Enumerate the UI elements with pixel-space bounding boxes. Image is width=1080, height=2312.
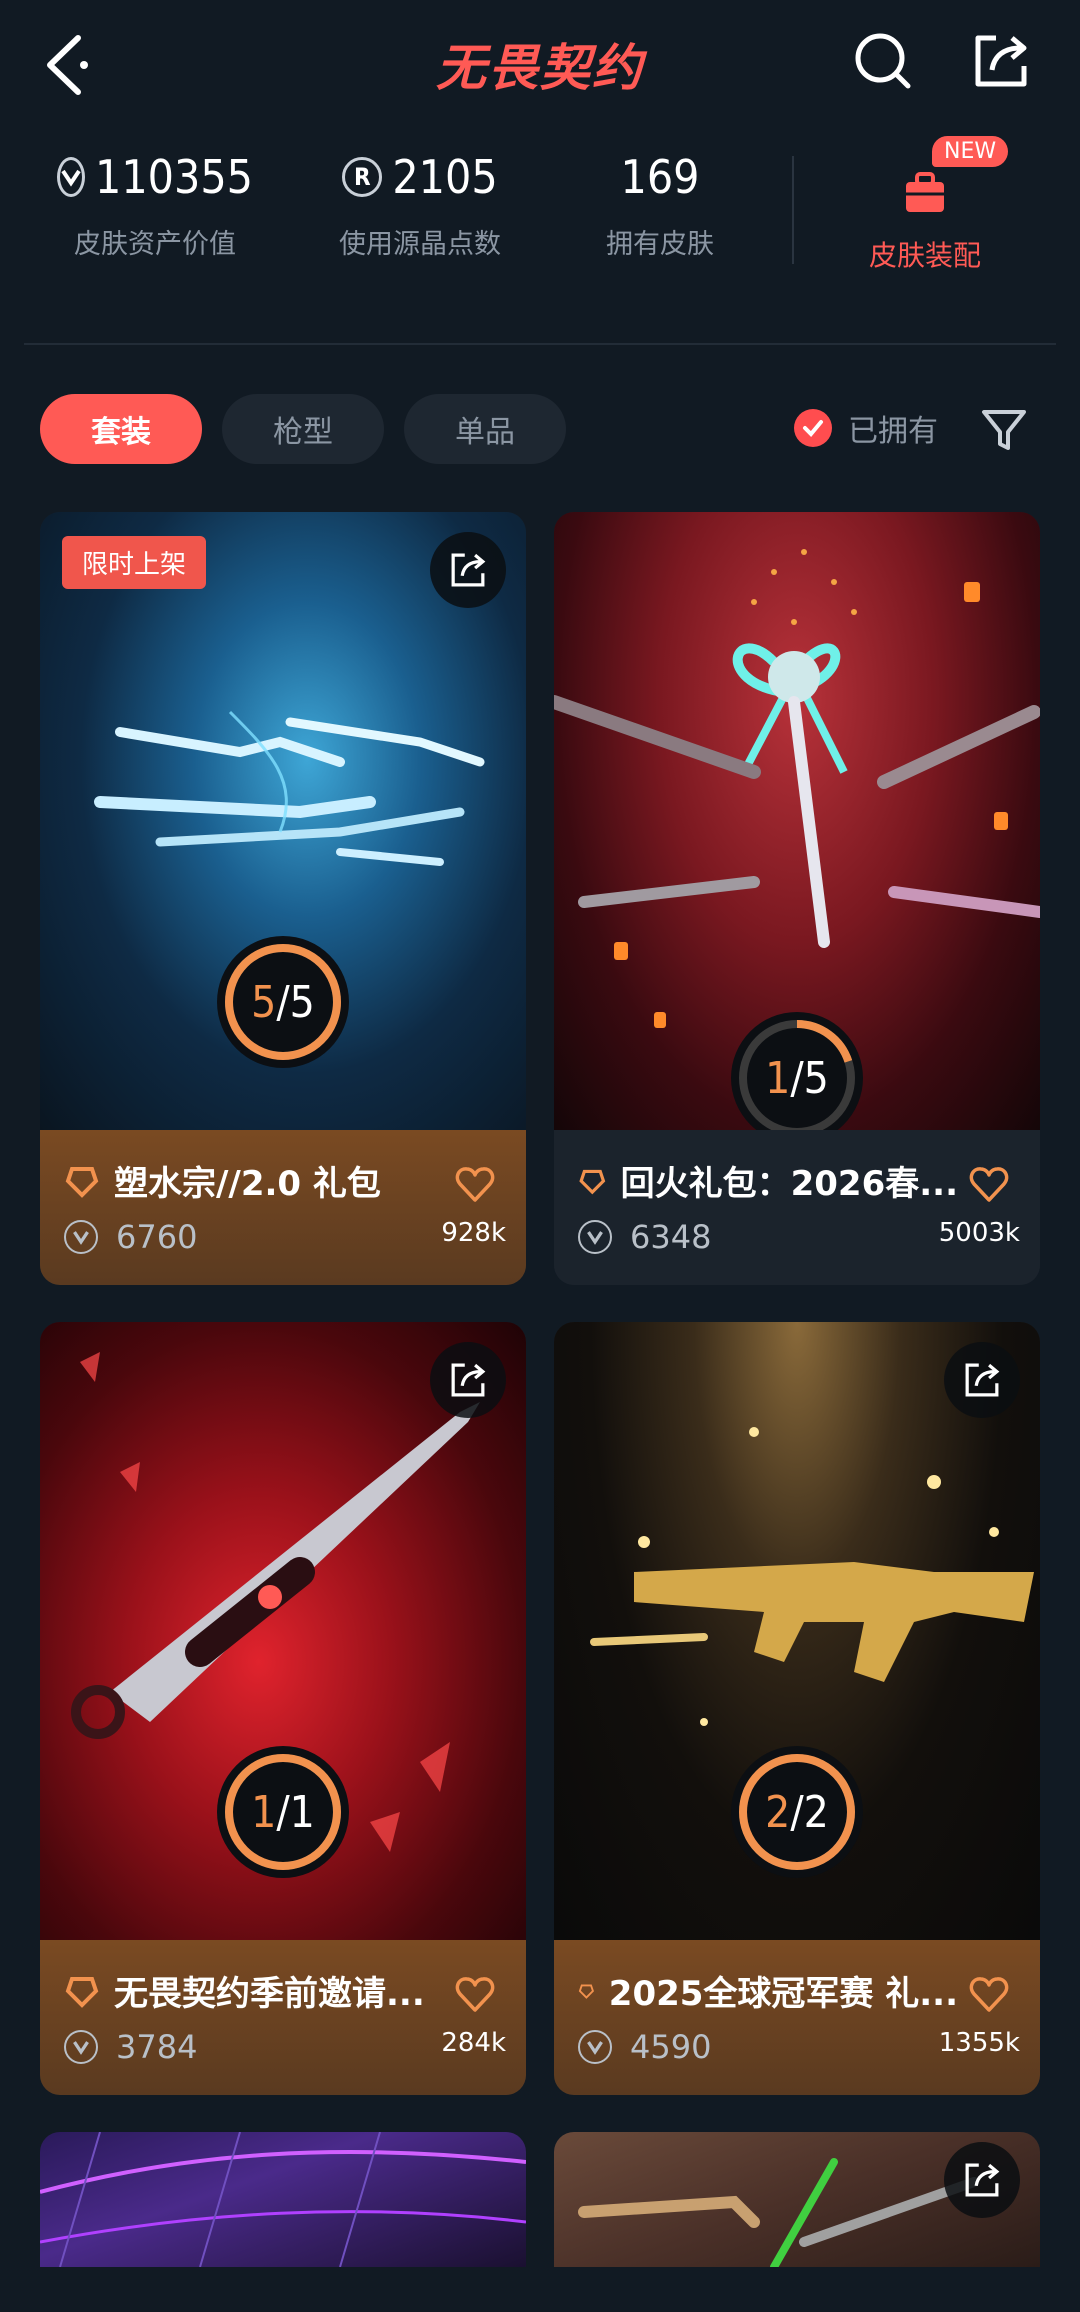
card-footer: 塑水宗//2.0 礼包 6760 928k xyxy=(40,1130,526,1285)
vp-coin-icon xyxy=(64,2030,98,2064)
progress-ring: 1/1 xyxy=(217,1746,349,1878)
loadout-icon xyxy=(906,172,944,212)
bundle-price: 6760 xyxy=(116,1218,198,1256)
bundle-name: 塑水宗//2.0 礼包 xyxy=(114,1164,381,1204)
heart-icon[interactable] xyxy=(454,1974,496,2016)
radianite-icon: R xyxy=(342,157,383,197)
filter-icon[interactable] xyxy=(978,404,1030,456)
heart-icon[interactable] xyxy=(968,1164,1010,1206)
view-count: 1355k xyxy=(938,2028,1020,2058)
view-count: 928k xyxy=(441,1218,506,1248)
bundle-icon xyxy=(578,1983,594,1999)
card-footer: 2025全球冠军赛 礼... 4590 1355k xyxy=(554,1940,1040,2095)
stat-radianite-used: R 2105 使用源晶点数 xyxy=(339,150,501,260)
card-footer: 回火礼包：2026春... 6348 5003k xyxy=(554,1130,1040,1285)
top-bar: 无畏契约 xyxy=(0,0,1080,130)
progress-ring: 1/5 xyxy=(731,1012,863,1130)
share-icon[interactable] xyxy=(944,2142,1020,2218)
progress-ring: 5/5 xyxy=(217,936,349,1068)
bundle-price: 4590 xyxy=(630,2028,712,2066)
limited-time-badge: 限时上架 xyxy=(62,536,207,589)
card-footer: 无畏契约季前邀请... 3784 284k xyxy=(40,1940,526,2095)
new-badge: NEW xyxy=(932,136,1009,167)
bundle-name: 无畏契约季前邀请... xyxy=(114,1974,425,2014)
skin-collection-page: 无畏契约 110355 皮肤资产价值 R 2105 使用源晶点数 169 拥有皮肤… xyxy=(0,0,1080,2312)
bundle-price: 6348 xyxy=(630,1218,712,1256)
bundle-image: 1/5 xyxy=(554,512,1040,1130)
bundle-image: 1/1 xyxy=(40,1322,526,1940)
vp-coin-icon xyxy=(578,1220,612,1254)
vp-coin-icon xyxy=(578,2030,612,2064)
vp-coin-icon xyxy=(57,157,86,197)
vp-coin-icon xyxy=(64,1220,98,1254)
tab-sets[interactable]: 套装 xyxy=(40,394,202,464)
bundle-image: 2/2 xyxy=(554,1322,1040,1940)
section-divider xyxy=(24,343,1056,345)
tab-single-item[interactable]: 单品 xyxy=(404,394,566,464)
heart-icon[interactable] xyxy=(454,1164,496,1206)
stat-asset-value: 110355 皮肤资产价值 xyxy=(57,150,253,261)
bundle-image: 限时上架 5/5 xyxy=(40,512,526,1130)
progress-ring: 2/2 xyxy=(731,1746,863,1878)
category-tabs: 套装 枪型 单品 xyxy=(40,394,566,464)
stats-bar: 110355 皮肤资产价值 R 2105 使用源晶点数 169 拥有皮肤 NEW … xyxy=(0,136,1080,290)
bundle-name: 2025全球冠军赛 礼... xyxy=(608,1974,958,2014)
bundle-card-partial[interactable] xyxy=(554,2132,1040,2267)
bundle-card[interactable]: 1/5 回火礼包：2026春... 6348 5003k xyxy=(554,512,1040,1285)
bundle-price: 3784 xyxy=(116,2028,198,2066)
view-count: 284k xyxy=(441,2028,506,2058)
search-icon[interactable] xyxy=(852,30,914,92)
bundle-image xyxy=(40,2132,526,2267)
share-icon[interactable] xyxy=(430,1342,506,1418)
skin-equip-button[interactable]: NEW 皮肤装配 xyxy=(850,136,1009,274)
bundle-card[interactable]: 2/2 2025全球冠军赛 礼... 4590 1355k xyxy=(554,1322,1040,2095)
bundle-card-partial[interactable] xyxy=(40,2132,526,2267)
heart-icon[interactable] xyxy=(968,1974,1010,2016)
share-icon[interactable] xyxy=(970,30,1032,92)
page-title: 无畏契约 xyxy=(436,39,644,97)
divider xyxy=(792,156,794,264)
stat-owned-skins: 169 拥有皮肤 xyxy=(606,150,714,260)
share-icon[interactable] xyxy=(944,1342,1020,1418)
owned-toggle[interactable]: 已拥有 xyxy=(794,406,938,450)
bundle-icon xyxy=(65,1166,99,1198)
tab-weapon-type[interactable]: 枪型 xyxy=(222,394,384,464)
bundle-card[interactable]: 限时上架 5/5 塑水宗//2.0 礼包 6760 928k xyxy=(40,512,526,1285)
share-icon[interactable] xyxy=(430,532,506,608)
bundle-icon xyxy=(65,1976,99,2008)
bundle-card[interactable]: 1/1 无畏契约季前邀请... 3784 284k xyxy=(40,1322,526,2095)
bundle-icon xyxy=(579,1169,606,1194)
view-count: 5003k xyxy=(938,1218,1020,1248)
checkmark-icon xyxy=(794,409,832,447)
bundle-name: 回火礼包：2026春... xyxy=(620,1164,958,1204)
